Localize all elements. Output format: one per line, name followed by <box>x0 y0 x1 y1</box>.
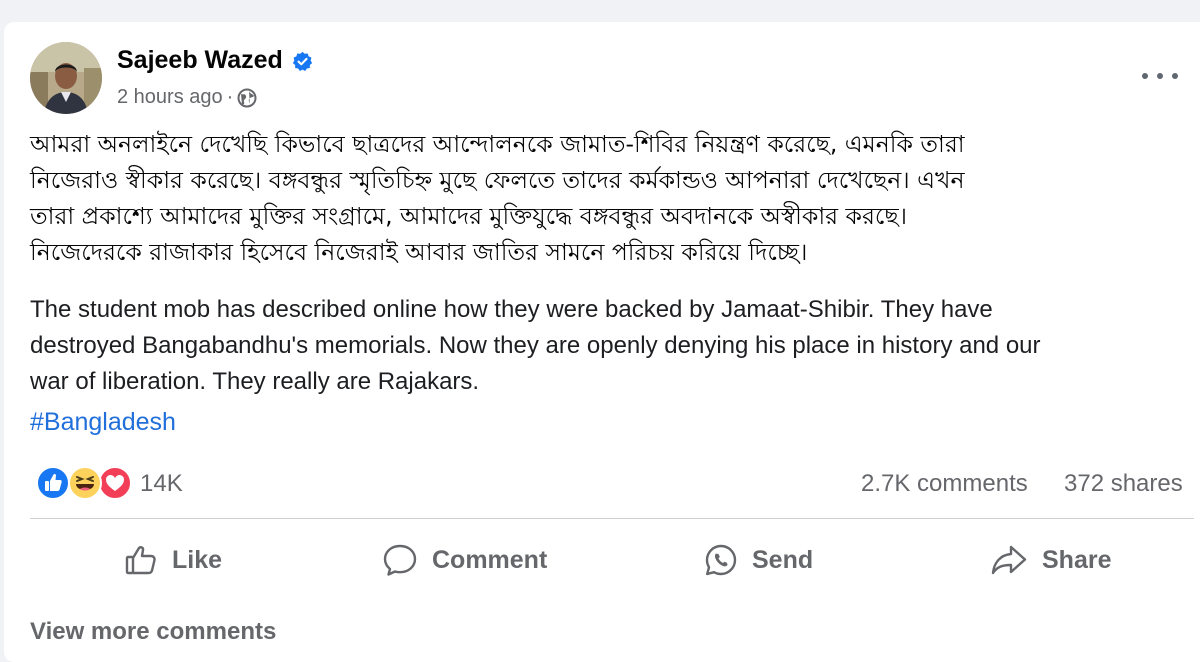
shares-count[interactable]: 372 shares <box>1064 470 1183 498</box>
reaction-count[interactable]: 14K <box>140 470 183 498</box>
like-label: Like <box>172 545 223 574</box>
bengali-line: নিজেরাও স্বীকার করেছে। বঙ্গবন্ধুর স্মৃতি… <box>30 166 965 194</box>
english-line: The student mob has described online how… <box>30 296 993 323</box>
author-name-text[interactable]: Sajeeb Wazed <box>117 46 283 75</box>
verified-badge-icon <box>292 50 313 71</box>
divider <box>30 518 1194 519</box>
meta-separator: · <box>226 86 234 108</box>
author-avatar[interactable] <box>30 42 102 114</box>
post-text-bengali: আমরা অনলাইনে দেখেছি কিভাবে ছাত্রদের আন্দ… <box>30 126 1180 270</box>
love-reaction-icon <box>98 466 132 500</box>
post-card: Sajeeb Wazed 2 hours ago · আমরা অনলাইনে … <box>4 22 1200 662</box>
comment-icon <box>383 544 417 576</box>
english-line: destroyed Bangabandhu's memorials. Now t… <box>30 332 1041 359</box>
reaction-icons[interactable] <box>32 466 142 500</box>
comment-label: Comment <box>432 545 548 574</box>
more-options-icon[interactable] <box>1142 62 1178 90</box>
comment-button[interactable]: Comment <box>382 532 547 588</box>
share-icon <box>991 545 1027 575</box>
share-label: Share <box>1042 545 1112 574</box>
globe-icon <box>237 88 257 108</box>
timestamp[interactable]: 2 hours ago <box>117 86 223 109</box>
author-name[interactable]: Sajeeb Wazed <box>117 46 313 75</box>
thumbs-up-icon <box>125 546 156 575</box>
comments-count[interactable]: 2.7K comments <box>861 470 1028 498</box>
whatsapp-icon <box>705 544 737 576</box>
english-line: war of liberation. They really are Rajak… <box>30 368 480 395</box>
action-bar: Like Comment Send Share <box>4 532 1200 588</box>
haha-reaction-icon <box>68 466 102 500</box>
send-button[interactable]: Send <box>704 532 813 588</box>
share-button[interactable]: Share <box>990 532 1111 588</box>
view-more-comments-link[interactable]: View more comments <box>30 618 276 646</box>
hashtag-link[interactable]: #Bangladesh <box>30 408 176 437</box>
post-text-english: The student mob has described online how… <box>30 292 1190 400</box>
send-label: Send <box>752 545 814 574</box>
like-reaction-icon <box>36 466 70 500</box>
like-button[interactable]: Like <box>124 532 222 588</box>
post-meta: 2 hours ago · <box>117 86 257 109</box>
bengali-line: আমরা অনলাইনে দেখেছি কিভাবে ছাত্রদের আন্দ… <box>30 130 965 158</box>
bengali-line: তারা প্রকাশ্যে আমাদের মুক্তির সংগ্রামে, … <box>30 202 907 230</box>
bengali-line: নিজেদেরকে রাজাকার হিসেবে নিজেরাই আবার জা… <box>30 238 808 266</box>
